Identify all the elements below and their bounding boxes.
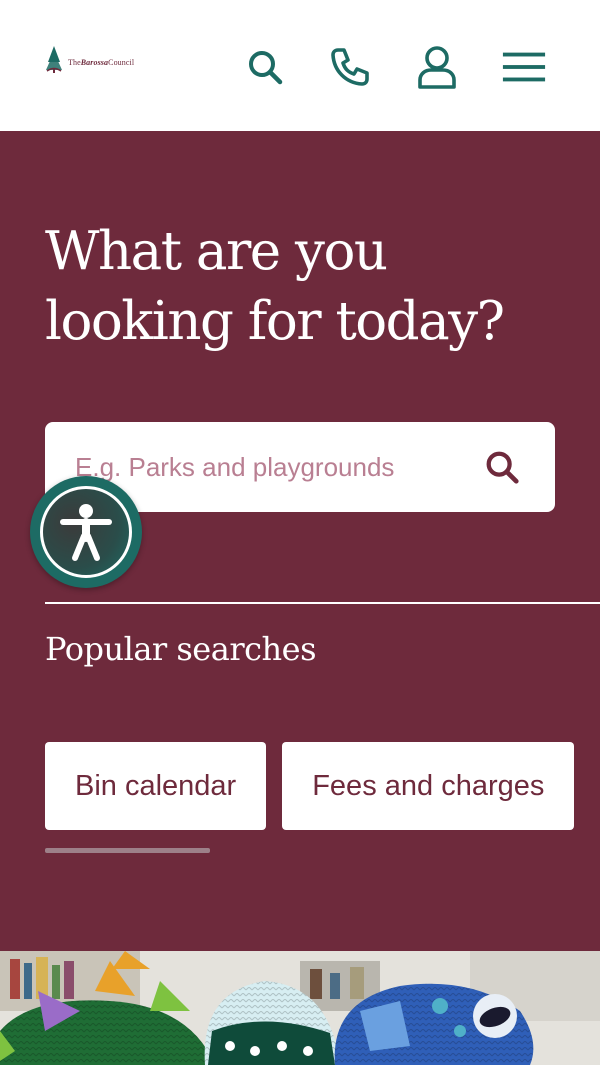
- chips-scroll-thumb[interactable]: [45, 848, 210, 853]
- header-phone-button[interactable]: [327, 44, 373, 90]
- tree-logo-icon: [46, 46, 62, 73]
- logo-text: TheBarossaCouncil: [68, 58, 135, 67]
- crochet-toys-image: [0, 951, 600, 1065]
- menu-icon: [502, 52, 546, 82]
- accessibility-button-inner: [40, 486, 132, 578]
- header-search-button[interactable]: [242, 44, 288, 90]
- search-submit-button[interactable]: [479, 444, 525, 490]
- header-menu-button[interactable]: [501, 44, 547, 90]
- section-divider: [45, 602, 600, 604]
- popular-searches-list: Bin calendar Fees and charges: [45, 742, 575, 830]
- accessibility-button[interactable]: [30, 476, 142, 588]
- popular-searches-heading: Popular searches: [45, 630, 317, 668]
- popular-search-chip-bin-calendar[interactable]: Bin calendar: [45, 742, 267, 830]
- hero-title-line-1: What are you: [45, 221, 388, 282]
- popular-search-chip-fees-and-charges[interactable]: Fees and charges: [282, 742, 575, 830]
- hero-title-line-2: looking for today?: [45, 291, 505, 352]
- hero-title: What are you looking for today?: [45, 217, 545, 357]
- header-account-button[interactable]: [414, 44, 460, 90]
- user-icon: [418, 46, 456, 89]
- phone-icon: [331, 48, 369, 86]
- council-logo[interactable]: TheBarossaCouncil: [44, 44, 134, 74]
- search-input[interactable]: [75, 446, 465, 488]
- search-icon: [486, 451, 519, 484]
- crochet-toys-photo: [0, 951, 600, 1065]
- site-header: TheBarossaCouncil: [0, 0, 600, 131]
- search-icon: [249, 51, 283, 85]
- accessibility-person-icon: [60, 504, 112, 561]
